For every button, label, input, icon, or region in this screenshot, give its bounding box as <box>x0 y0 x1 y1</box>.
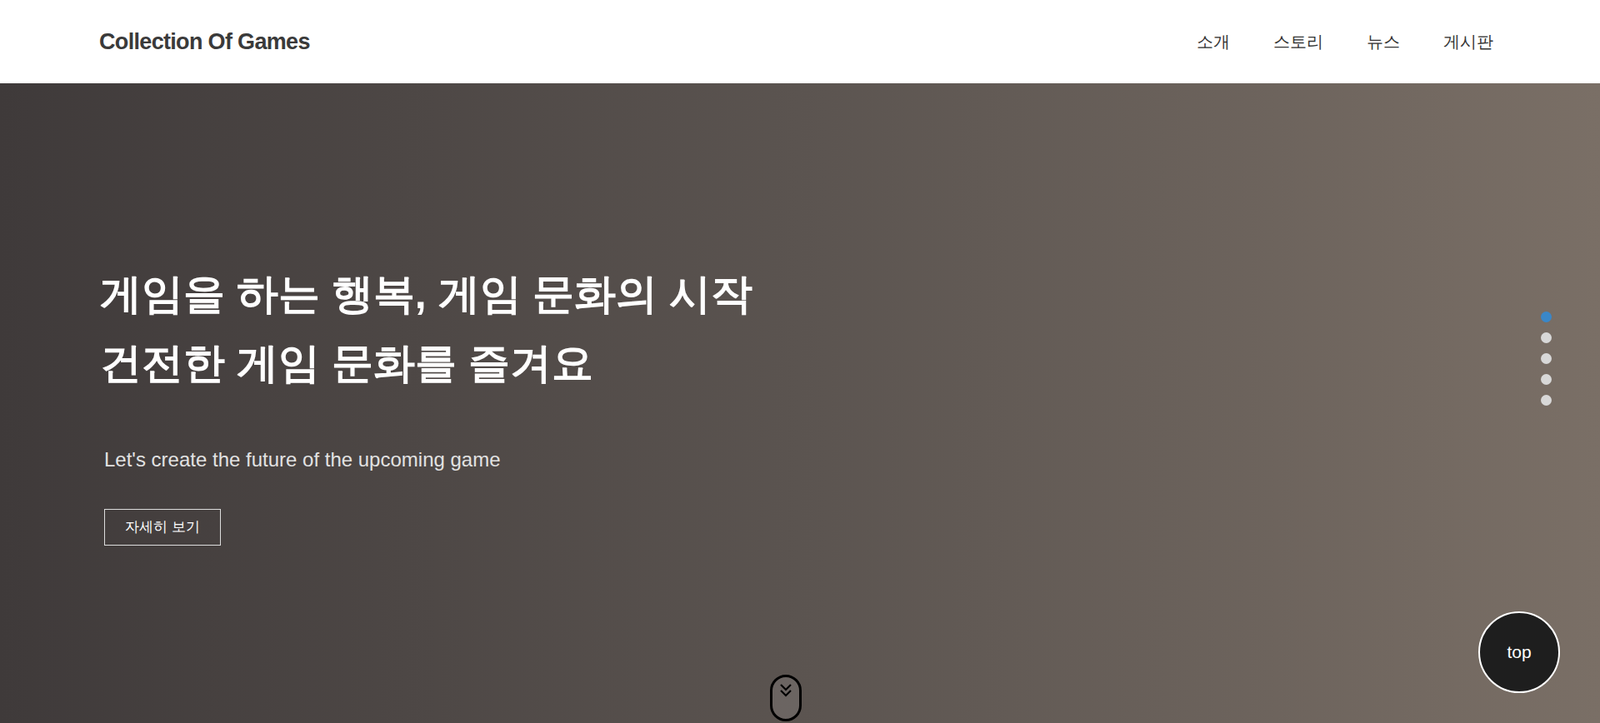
nav: 소개 스토리 뉴스 게시판 <box>1196 29 1494 55</box>
nav-item[interactable]: 스토리 <box>1273 29 1324 55</box>
nav-item[interactable]: 게시판 <box>1443 29 1494 55</box>
header: Collection Of Games 소개 스토리 뉴스 게시판 <box>0 0 1600 84</box>
slider-dot[interactable] <box>1540 374 1552 385</box>
slider-dot[interactable] <box>1540 311 1552 323</box>
hero-subtitle: Let's create the future of the upcoming … <box>104 445 501 475</box>
page: Collection Of Games 소개 스토리 뉴스 게시판게임을 하는 행복, … <box>0 0 1600 723</box>
nav-item[interactable]: 소개 <box>1196 29 1230 55</box>
slider-dot[interactable] <box>1540 332 1552 344</box>
scroll-down-icon[interactable] <box>770 675 802 722</box>
detail-button[interactable]: 자세히 보기 <box>104 509 221 546</box>
slider-dot[interactable] <box>1540 395 1552 406</box>
logo[interactable]: Collection Of Games <box>99 25 310 60</box>
headline-line: 건전한 게임 문화를 즐겨요 <box>100 329 753 399</box>
slider-dot[interactable] <box>1540 353 1552 365</box>
top-button[interactable]: top <box>1478 611 1560 694</box>
double-chevron-icon <box>778 682 794 700</box>
slider-dots <box>1540 311 1552 406</box>
headline-line: 게임을 하는 행복, 게임 문화의 시작 <box>100 260 753 330</box>
hero: 게임을 하는 행복, 게임 문화의 시작건전한 게임 문화를 즐겨요 Let's … <box>0 83 1600 723</box>
hero-headline: 게임을 하는 행복, 게임 문화의 시작건전한 게임 문화를 즐겨요 <box>100 260 753 399</box>
nav-item[interactable]: 뉴스 <box>1366 29 1400 55</box>
